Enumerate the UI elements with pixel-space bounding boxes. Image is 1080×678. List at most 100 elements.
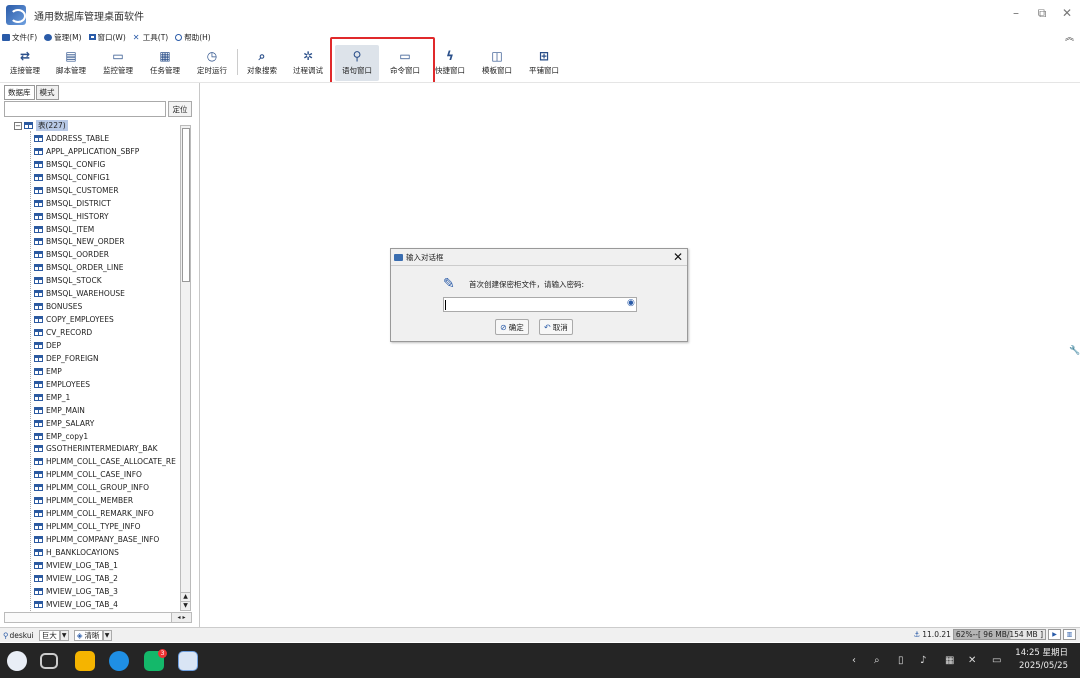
toolbar-divider [237,49,238,75]
tree-table-label: HPLMM_COLL_TYPE_INFO [46,522,141,532]
tree-table-item[interactable]: DEP_FOREIGN [34,352,176,365]
password-input[interactable] [443,297,637,312]
table-icon [34,561,43,569]
tree-table-item[interactable]: EMP_SALARY [34,417,176,430]
tree-table-item[interactable]: DEP [34,339,176,352]
tree-table-item[interactable]: EMP_MAIN [34,404,176,417]
tab-database[interactable]: 数据库 [4,85,35,100]
database-app-taskbar-icon[interactable] [178,651,198,671]
tree-table-item[interactable]: HPLMM_COLL_TYPE_INFO [34,520,176,533]
tree-table-item[interactable]: MVIEW_LOG_TAB_2 [34,572,176,585]
tree-table-item[interactable]: EMP_copy1 [34,430,176,443]
tree-table-item[interactable]: HPLMM_COMPANY_BASE_INFO [34,533,176,546]
tree-table-item[interactable]: BMSQL_ORDER_LINE [34,261,176,274]
browser-icon[interactable] [109,651,129,671]
tree-root-tables[interactable]: − 表(227) [14,119,68,132]
tab-schema[interactable]: 模式 [35,85,59,100]
ok-button[interactable]: ⊘ 确定 [495,319,529,335]
tree-table-item[interactable]: HPLMM_COLL_CASE_INFO [34,468,176,481]
shortcut-window-button[interactable]: ϟ 快捷窗口 [430,45,470,81]
chevron-left-icon[interactable]: ‹ [852,655,856,666]
tree-table-item[interactable]: BMSQL_STOCK [34,274,176,287]
tree-table-item[interactable]: BMSQL_WAREHOUSE [34,287,176,300]
system-clock[interactable]: 14:25 星期日 2025/05/25 [1015,647,1068,673]
locate-button[interactable]: 定位 [168,101,192,117]
tree-table-item[interactable]: H_BANKLOCAYIONS [34,546,176,559]
scroll-horizontal-arrows-icon[interactable]: ◂ ▸ [171,613,191,622]
dialog-close-icon[interactable]: ✕ [673,250,683,264]
play-icon[interactable]: ▶ [1048,629,1061,640]
show-password-eye-icon[interactable]: ◉ [627,298,635,308]
wrench-icon[interactable]: 🔧 [1069,346,1080,356]
tree-table-item[interactable]: BMSQL_CUSTOMER [34,184,176,197]
clipboard-icon[interactable]: ▯ [898,655,904,666]
table-icon [34,238,43,246]
chevron-down-icon[interactable]: ▼ [102,629,112,641]
font-size-select[interactable]: 巨大 [38,629,60,641]
collapse-expander-icon[interactable]: − [14,121,22,130]
tree-table-item[interactable]: BMSQL_DISTRICT [34,197,176,210]
menu-file[interactable]: 文件(F) [2,32,37,43]
tree-table-item[interactable]: EMPLOYEES [34,378,176,391]
keyboard-icon[interactable]: ▦ [945,655,954,666]
tree-table-item[interactable]: BMSQL_CONFIG [34,158,176,171]
tree-horizontal-scrollbar[interactable]: ◂ ▸ [4,612,192,623]
template-window-button[interactable]: ◫ 模板窗口 [476,45,518,81]
tree-table-item[interactable]: HPLMM_COLL_REMARK_INFO [34,507,176,520]
search-icon[interactable]: ⌕ [874,655,880,666]
tree-table-item[interactable]: COPY_EMPLOYEES [34,313,176,326]
start-menu-icon[interactable] [7,651,27,671]
procedure-debug-button[interactable]: ✲ 过程调试 [287,45,329,81]
task-manage-button[interactable]: ▦ 任务管理 [144,45,186,81]
scroll-up-icon[interactable]: ▲ [181,592,190,600]
locate-search-input[interactable] [4,101,166,117]
tree-table-item[interactable]: CV_RECORD [34,326,176,339]
tree-table-item[interactable]: APPL_APPLICATION_SBFP [34,145,176,158]
network-disconnected-icon[interactable]: ✕ [968,655,976,666]
tree-vertical-scrollbar[interactable]: ▲ ▼ [180,125,191,611]
tree-table-item[interactable]: ADDRESS_TABLE [34,132,176,145]
multitask-view-icon[interactable] [40,653,58,669]
theme-select[interactable]: ◈ 清晰 [73,629,103,641]
tree-table-item[interactable]: HPLMM_COLL_CASE_ALLOCATE_RE [34,455,176,468]
tree-table-item[interactable]: MVIEW_LOG_TAB_3 [34,585,176,598]
tile-window-button[interactable]: ⊞ 平铺窗口 [523,45,565,81]
tree-table-item[interactable]: MVIEW_LOG_TAB_1 [34,559,176,572]
tree-table-item[interactable]: EMP_1 [34,391,176,404]
script-icon: ▤ [65,49,77,63]
tree-table-item[interactable]: BMSQL_NEW_ORDER [34,236,176,249]
tree-table-item[interactable]: BMSQL_HISTORY [34,210,176,223]
notification-icon[interactable]: ▭ [992,655,1001,666]
restore-button[interactable]: ⧉ [1033,6,1051,21]
tree-table-item[interactable]: EMP [34,365,176,378]
tree-table-item[interactable]: BMSQL_OORDER [34,248,176,261]
help-icon [175,33,183,41]
menu-tools[interactable]: ✕ 工具(T) [133,32,168,43]
file-manager-icon[interactable] [75,651,95,671]
scheduled-run-button[interactable]: ◷ 定时运行 [191,45,233,81]
chevron-down-icon[interactable]: ▼ [59,629,69,641]
close-window-button[interactable]: ✕ [1058,6,1076,20]
tree-table-item[interactable]: GSOTHERINTERMEDIARY_BAK [34,443,176,456]
volume-icon[interactable]: ♪ [920,655,926,666]
tree-table-item[interactable]: BMSQL_CONFIG1 [34,171,176,184]
script-manage-button[interactable]: ▤ 脚本管理 [50,45,92,81]
tree-table-item[interactable]: HPLMM_COLL_GROUP_INFO [34,481,176,494]
collapse-ribbon-icon[interactable]: ︽ [1065,30,1074,43]
menu-window[interactable]: 窗口(W) [88,32,126,43]
menu-help[interactable]: 帮助(H) [175,32,211,43]
menu-manage[interactable]: 管理(M) [44,32,82,43]
tree-table-item[interactable]: HPLMM_COLL_MEMBER [34,494,176,507]
table-icon [34,393,43,401]
monitor-manage-button[interactable]: ▭ 监控管理 [97,45,139,81]
connection-manage-button[interactable]: ⇄ 连接管理 [4,45,46,81]
scroll-down-icon[interactable]: ▼ [181,601,190,609]
minimize-button[interactable]: – [1007,6,1025,20]
tree-table-item[interactable]: BONUSES [34,300,176,313]
tree-table-item[interactable]: BMSQL_ITEM [34,223,176,236]
cancel-button[interactable]: ↶ 取消 [539,319,573,335]
tree-table-item[interactable]: MVIEW_LOG_TAB_4 [34,598,176,611]
trash-icon[interactable]: ▥ [1063,629,1076,640]
object-search-button[interactable]: ⌕ 对象搜索 [241,45,283,81]
scroll-thumb[interactable] [182,128,190,282]
